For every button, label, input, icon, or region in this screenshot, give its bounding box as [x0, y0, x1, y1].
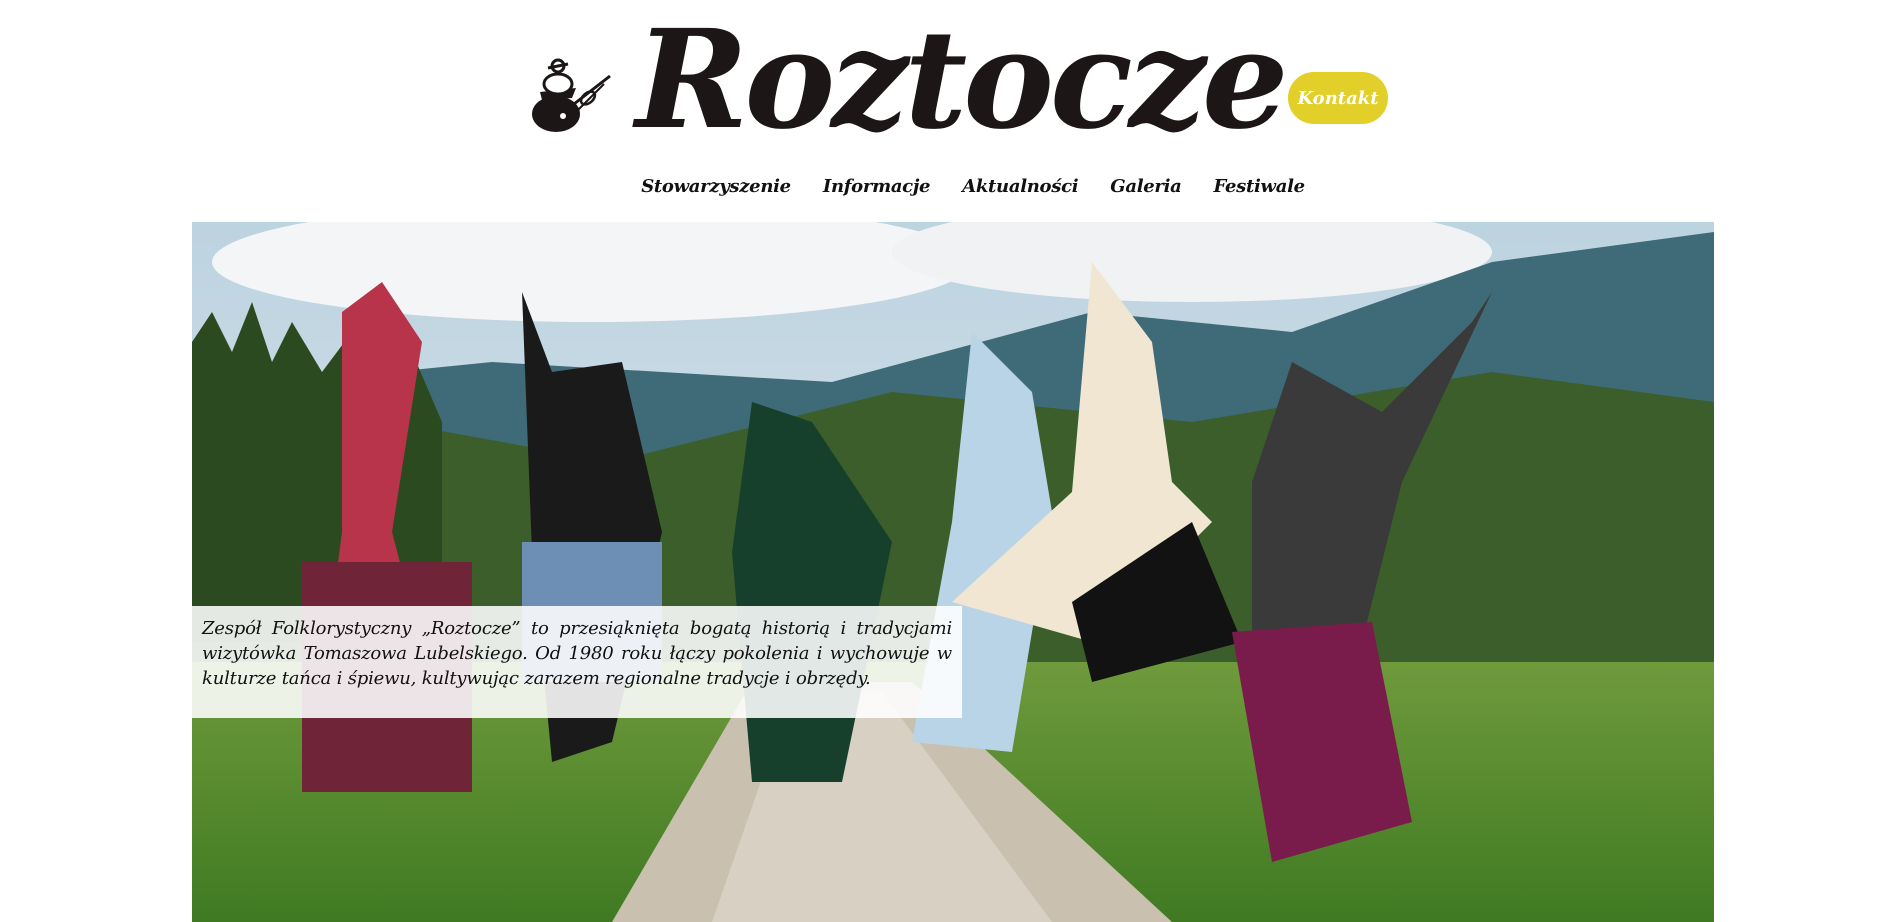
contact-button[interactable]: Kontakt	[1288, 72, 1388, 124]
hero-photo	[192, 222, 1714, 922]
nav-item-festiwale[interactable]: Festiwale	[1214, 176, 1306, 206]
brand-title[interactable]: Roztocze	[635, 0, 1288, 160]
intro-text: Zespół Folklorystyczny „Roztocze” to prz…	[202, 618, 952, 689]
main-nav: Stowarzyszenie Informacje Aktualności Ga…	[22, 176, 1902, 206]
nav-item-galeria[interactable]: Galeria	[1110, 176, 1182, 206]
site-header: Roztocze Kontakt Stowarzyszenie Informac…	[0, 0, 1902, 222]
nav-item-informacje[interactable]: Informacje	[823, 176, 931, 206]
nav-item-stowarzyszenie[interactable]: Stowarzyszenie	[641, 176, 791, 206]
fiddler-logo-icon[interactable]	[518, 54, 618, 136]
intro-text-box: Zespół Folklorystyczny „Roztocze” to prz…	[192, 606, 962, 718]
nav-item-aktualnosci[interactable]: Aktualności	[962, 176, 1078, 206]
